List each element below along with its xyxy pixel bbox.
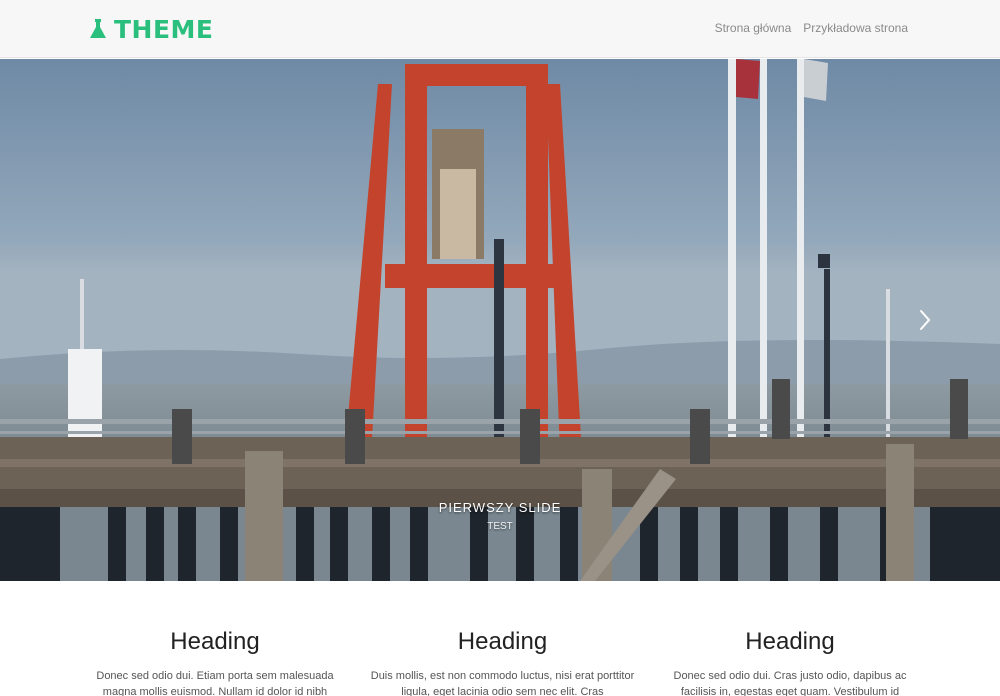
flask-icon [90,19,106,38]
feature-column: Heading Donec sed odio dui. Cras justo o… [655,610,925,696]
feature-columns: Heading Donec sed odio dui. Etiam porta … [80,610,925,696]
brand-name: THEME [114,14,214,44]
feature-column: Heading Duis mollis, est non commodo luc… [368,610,638,696]
column-text: Donec sed odio dui. Etiam porta sem male… [96,670,334,696]
column-text: Donec sed odio dui. Cras justo odio, dap… [673,670,907,696]
feature-column: Heading Donec sed odio dui. Etiam porta … [80,610,350,696]
column-heading: Heading [457,628,548,655]
top-navbar: THEME Strona główna Przykładowa strona [0,0,1000,58]
chevron-right-icon [920,310,931,330]
brand-logo-link[interactable]: THEME [88,14,214,44]
slide-title: PIERWSZY SLIDE [438,500,562,515]
column-text: Duis mollis, est non commodo luctus, nis… [370,670,635,696]
slide-subtitle: TEST [487,521,513,532]
nav-item-home[interactable]: Strona główna [715,21,792,35]
column-heading: Heading [170,628,260,655]
slide-caption: PIERWSZY SLIDE TEST [0,500,1000,532]
nav-item-sample-page[interactable]: Przykładowa strona [803,21,908,35]
carousel-next-control[interactable] [912,306,938,334]
hero-carousel: PIERWSZY SLIDE TEST [0,59,1000,581]
carousel-prev-control[interactable] [0,306,26,334]
main-nav: Strona główna Przykładowa strona [715,21,908,35]
column-heading: Heading [745,628,835,655]
